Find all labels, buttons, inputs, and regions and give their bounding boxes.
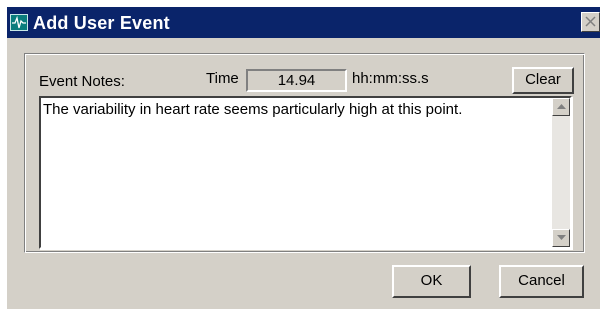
- window-title: Add User Event: [33, 13, 170, 33]
- vertical-scrollbar[interactable]: [552, 98, 570, 247]
- event-group-box: Event Notes: Time 14.94 hh:mm:ss.s Clear…: [24, 53, 585, 253]
- time-field[interactable]: 14.94: [246, 69, 347, 92]
- close-button[interactable]: [581, 12, 600, 32]
- event-notes-textarea[interactable]: The variability in heart rate seems part…: [39, 96, 572, 249]
- event-notes-label: Event Notes:: [39, 73, 125, 90]
- close-icon: [585, 16, 596, 27]
- heartbeat-icon: [10, 14, 28, 31]
- ok-button[interactable]: OK: [392, 265, 471, 298]
- arrow-up-icon: [557, 104, 566, 109]
- time-label: Time: [206, 70, 239, 87]
- scroll-up-button[interactable]: [552, 98, 570, 116]
- clear-button[interactable]: Clear: [512, 67, 574, 94]
- time-format-label: hh:mm:ss.s: [352, 70, 429, 87]
- scroll-down-button[interactable]: [552, 229, 570, 247]
- arrow-down-icon: [557, 235, 566, 240]
- cancel-button[interactable]: Cancel: [499, 265, 584, 298]
- title-bar[interactable]: Add User Event: [7, 7, 600, 38]
- event-notes-text: The variability in heart rate seems part…: [43, 101, 463, 118]
- add-user-event-dialog: Add User Event Event Notes: Time 14.94 h…: [5, 5, 600, 309]
